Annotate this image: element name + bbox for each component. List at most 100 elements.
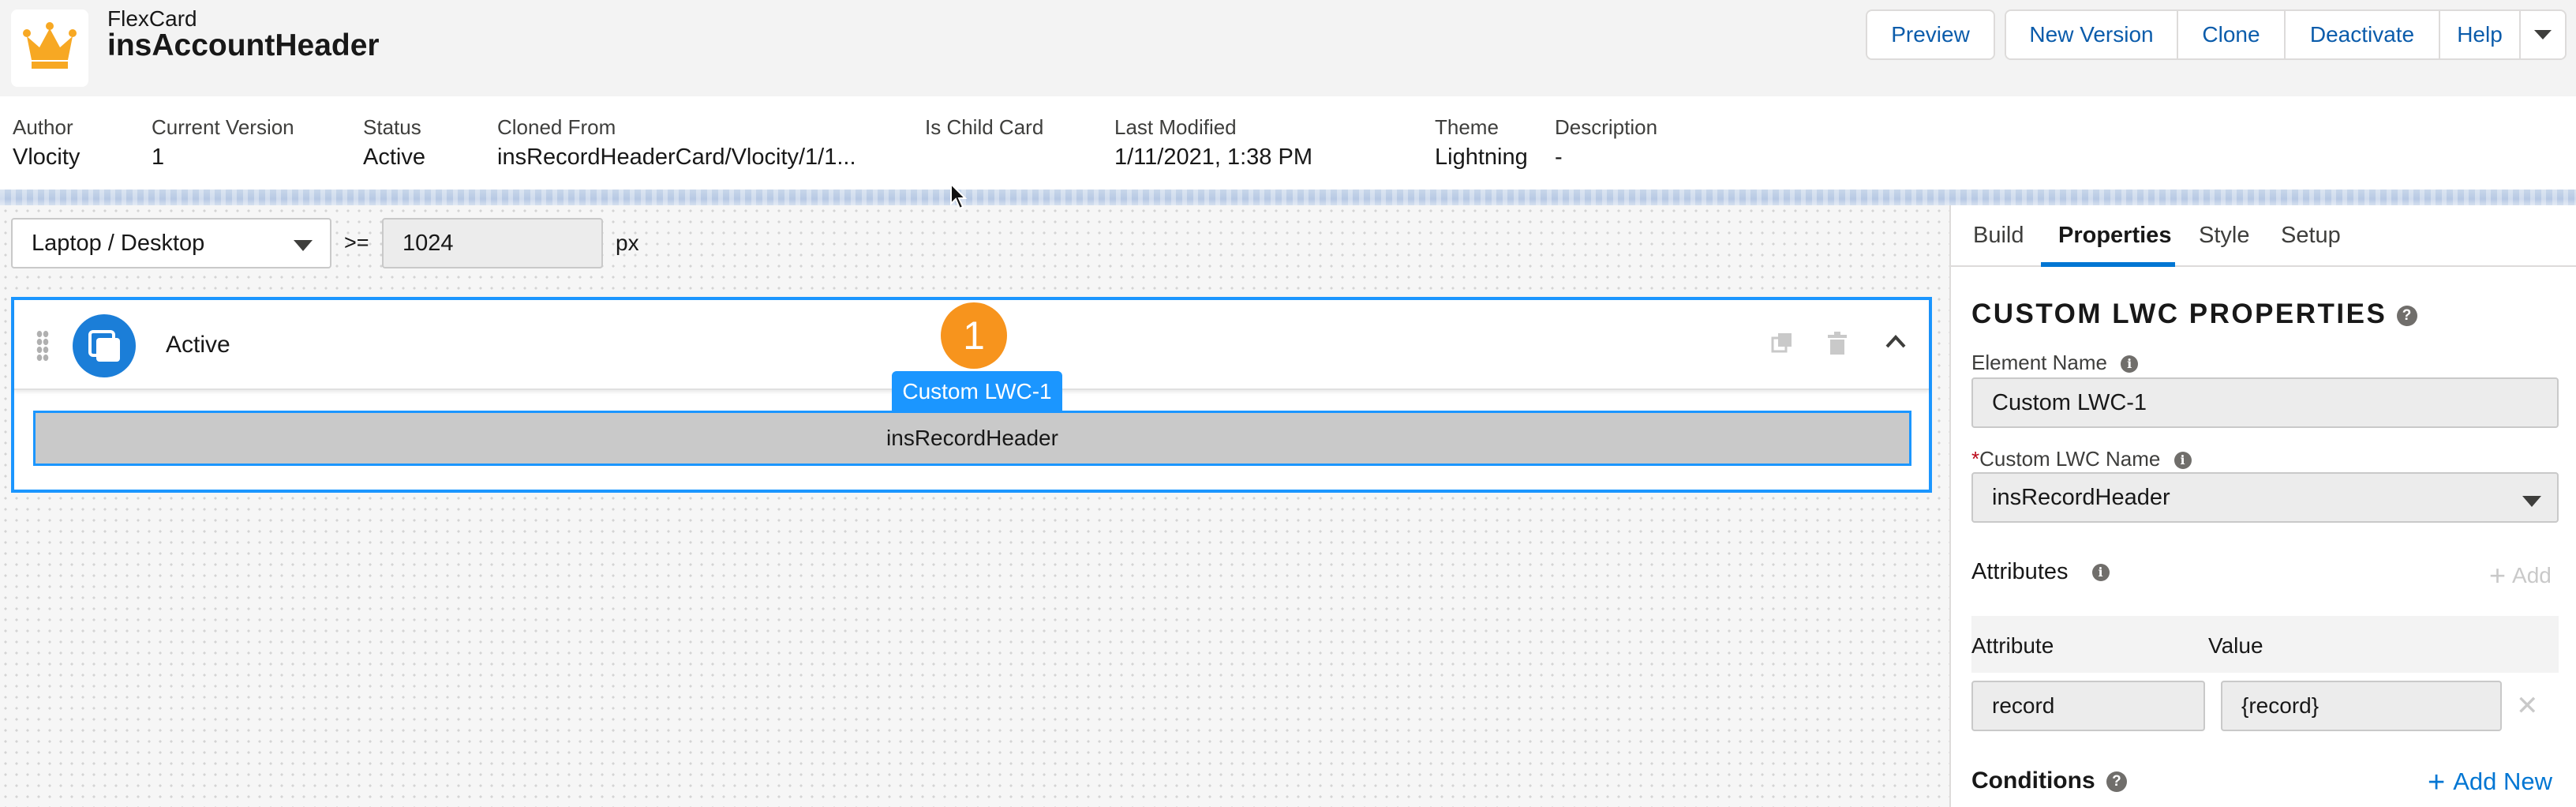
element-name-value: Custom LWC-1	[1992, 390, 2147, 415]
conditions-label-text: Conditions	[1971, 768, 2095, 794]
remove-attribute-icon[interactable]: ✕	[2516, 690, 2539, 722]
breakpoint-operator: >=	[344, 231, 369, 254]
value-column-header: Value	[2208, 633, 2263, 658]
info-icon[interactable]: i	[2174, 452, 2192, 470]
element-name-label-text: Element Name	[1971, 351, 2107, 374]
chevron-down-icon	[2522, 496, 2541, 507]
step-badge: 1	[941, 302, 1007, 369]
conditions-label: Conditions ?	[1971, 768, 2127, 794]
tab-setup[interactable]: Setup	[2281, 223, 2341, 249]
attributes-label-text: Attributes	[1971, 559, 2069, 584]
detail-last-modified: Last Modified 1/11/2021, 1:38 PM	[1114, 115, 1312, 171]
preview-button[interactable]: Preview	[1867, 11, 1994, 58]
detail-label: Description	[1555, 115, 1658, 139]
attributes-label: Attributes i	[1971, 559, 2110, 585]
panel-tabs: Build Properties Style Setup	[1951, 205, 2576, 267]
detail-theme: Theme Lightning	[1435, 115, 1528, 171]
clone-button[interactable]: Clone	[2178, 11, 2286, 58]
panel-title-text: CUSTOM LWC PROPERTIES	[1971, 298, 2387, 329]
state-card[interactable]: Active 1 Custom LWC-1 insRecordHeader	[11, 297, 1932, 493]
attribute-value-value: {record}	[2241, 693, 2320, 718]
state-icon	[73, 314, 136, 377]
detail-label: Last Modified	[1114, 115, 1237, 139]
record-details: Author Vlocity Current Version 1 Status …	[0, 96, 2576, 194]
detail-label: Theme	[1435, 115, 1499, 139]
detail-value: Lightning	[1435, 145, 1528, 170]
lwc-name-label-text: Custom LWC Name	[1979, 447, 2161, 471]
deactivate-button[interactable]: Deactivate	[2286, 11, 2440, 58]
chevron-down-icon	[2534, 30, 2552, 39]
detail-is-child-card: Is Child Card	[925, 115, 1043, 145]
state-name: Active	[166, 332, 230, 358]
attribute-name-input[interactable]: record	[1971, 681, 2205, 731]
detail-description: Description -	[1555, 115, 1657, 171]
help-button[interactable]: Help	[2440, 11, 2521, 58]
record-title: insAccountHeader	[107, 28, 380, 62]
properties-panel: Build Properties Style Setup CUSTOM LWC …	[1949, 205, 2576, 807]
action-button-group: New Version Clone Deactivate Help	[2005, 9, 2567, 60]
detail-status: Status Active	[363, 115, 425, 171]
detail-value: -	[1555, 145, 1563, 170]
required-marker: *	[1971, 447, 1980, 471]
panel-title: CUSTOM LWC PROPERTIES ?	[1971, 298, 2417, 330]
clone-state-icon[interactable]	[1771, 332, 1793, 358]
mouse-pointer-icon	[950, 182, 968, 214]
add-new-condition-button[interactable]: + Add New	[2428, 766, 2552, 800]
detail-cloned-from: Cloned From insRecordHeaderCard/Vlocity/…	[497, 115, 856, 171]
device-select-value: Laptop / Desktop	[32, 231, 205, 256]
detail-value: 1	[152, 145, 165, 170]
drag-handle-icon[interactable]	[36, 330, 49, 362]
preview-button-group: Preview	[1866, 9, 1995, 60]
attributes-table-header: Attribute Value	[1971, 616, 2559, 673]
detail-label: Author	[13, 115, 73, 139]
detail-value[interactable]: insRecordHeaderCard/Vlocity/1/1...	[497, 145, 856, 171]
chevron-down-icon	[294, 240, 313, 251]
tab-style[interactable]: Style	[2199, 223, 2249, 249]
info-icon[interactable]: i	[2091, 564, 2110, 582]
lwc-name-select[interactable]: insRecordHeader	[1971, 472, 2559, 523]
breakpoint-width-input[interactable]: 1024	[382, 218, 603, 268]
tab-properties[interactable]: Properties	[2058, 223, 2171, 249]
add-attribute-label: Add	[2512, 563, 2552, 587]
help-icon[interactable]: ?	[2396, 305, 2417, 326]
collapse-chevron-icon[interactable]	[1885, 333, 1907, 353]
design-canvas: Laptop / Desktop >= 1024 px Active 1 Cus…	[0, 205, 1949, 807]
custom-lwc-element[interactable]: insRecordHeader	[33, 411, 1911, 466]
more-actions-button[interactable]	[2521, 11, 2565, 58]
help-icon[interactable]: ?	[2106, 771, 2127, 793]
flexcard-designer: FlexCard insAccountHeader Preview New Ve…	[0, 0, 2576, 807]
element-name-input[interactable]: Custom LWC-1	[1971, 377, 2559, 428]
active-tab-indicator	[2041, 262, 2175, 267]
info-icon[interactable]: i	[2121, 355, 2139, 373]
lwc-name-label: *Custom LWC Name i	[1971, 447, 2192, 471]
add-attribute-button[interactable]: + Add	[2489, 559, 2552, 592]
detail-label: Is Child Card	[925, 115, 1044, 139]
attribute-value-input[interactable]: {record}	[2221, 681, 2502, 731]
detail-current-version: Current Version 1	[152, 115, 294, 171]
device-select[interactable]: Laptop / Desktop	[11, 218, 331, 268]
lwc-name-value: insRecordHeader	[1992, 485, 2170, 510]
custom-lwc-element-label: insRecordHeader	[886, 426, 1058, 450]
detail-value: Vlocity	[13, 145, 80, 170]
element-name-label: Element Name i	[1971, 351, 2139, 375]
detail-value: Active	[363, 145, 425, 170]
breakpoint-unit: px	[616, 231, 639, 255]
detail-label: Cloned From	[497, 115, 616, 139]
attribute-column-header: Attribute	[1971, 633, 2054, 658]
add-new-label: Add New	[2453, 768, 2552, 795]
page-header: FlexCard insAccountHeader Preview New Ve…	[0, 0, 2576, 96]
tab-build[interactable]: Build	[1973, 223, 2024, 249]
element-tag[interactable]: Custom LWC-1	[892, 371, 1062, 412]
detail-label: Status	[363, 115, 421, 139]
plus-icon: +	[2428, 766, 2446, 799]
detail-label: Current Version	[152, 115, 294, 139]
plus-icon: +	[2489, 559, 2507, 591]
detail-value: 1/11/2021, 1:38 PM	[1114, 145, 1312, 170]
attribute-name-value: record	[1992, 693, 2055, 718]
delete-state-icon[interactable]	[1826, 332, 1848, 359]
new-version-button[interactable]: New Version	[2006, 11, 2178, 58]
detail-author: Author Vlocity	[13, 115, 80, 171]
crown-icon	[11, 9, 88, 87]
header-divider	[0, 190, 2576, 205]
breakpoint-width-value: 1024	[402, 231, 454, 256]
